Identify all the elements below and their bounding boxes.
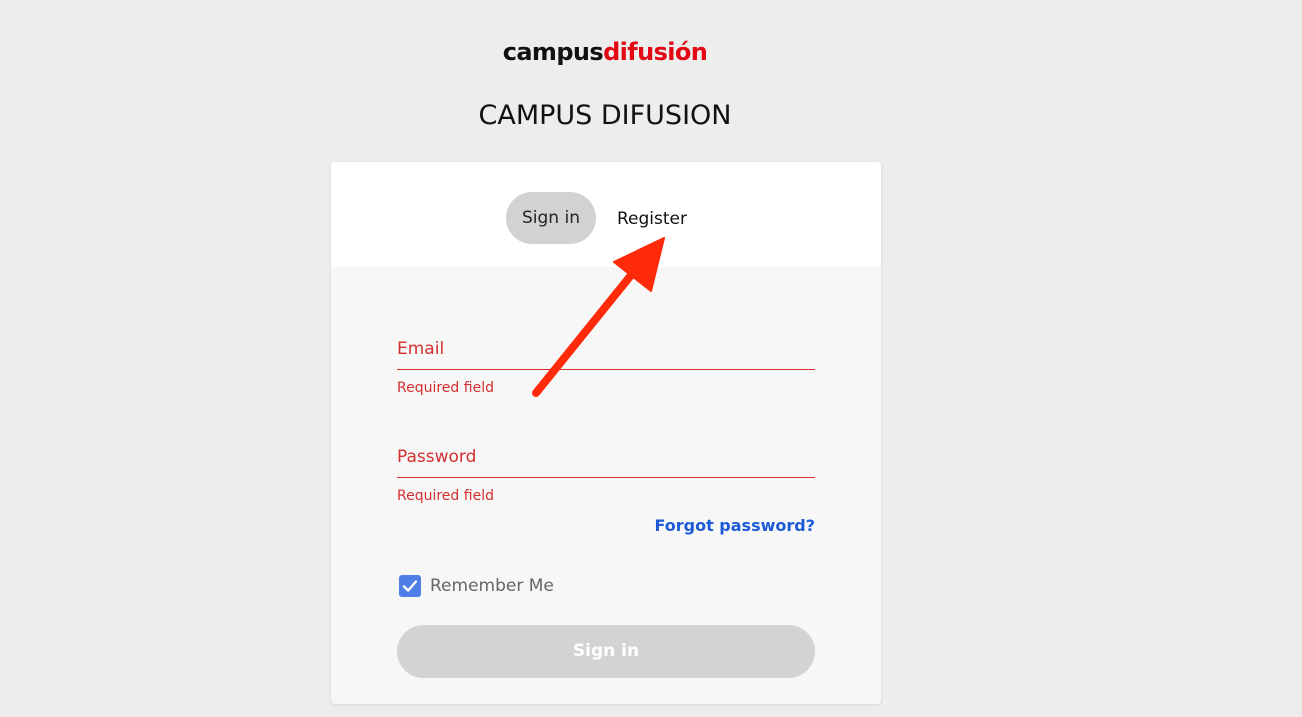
email-field[interactable]: Email Required field	[397, 339, 819, 399]
forgot-password-link[interactable]: Forgot password?	[654, 516, 815, 535]
password-error: Required field	[397, 488, 494, 504]
remember-me-label: Remember Me	[430, 576, 554, 596]
auth-card: Sign in Register Email Required field Pa…	[331, 162, 881, 704]
email-underline	[397, 369, 815, 370]
sign-in-button[interactable]: Sign in	[397, 625, 815, 678]
remember-me-checkbox[interactable]	[399, 575, 421, 597]
brand-logo: campusdifusión	[0, 38, 1210, 66]
email-input[interactable]	[397, 339, 819, 369]
page-title: CAMPUS DIFUSION	[478, 100, 732, 131]
remember-me[interactable]: Remember Me	[399, 575, 554, 597]
logo-text-difusion: difusión	[603, 38, 708, 66]
password-underline	[397, 477, 815, 478]
tab-sign-in[interactable]: Sign in	[506, 192, 596, 244]
password-field[interactable]: Password Required field	[397, 447, 819, 507]
password-input[interactable]	[397, 447, 819, 477]
email-error: Required field	[397, 380, 494, 396]
logo-text-campus: campus	[502, 38, 604, 66]
tab-register[interactable]: Register	[617, 209, 687, 229]
auth-tabs: Sign in Register	[331, 162, 881, 267]
checkmark-icon	[402, 580, 418, 592]
